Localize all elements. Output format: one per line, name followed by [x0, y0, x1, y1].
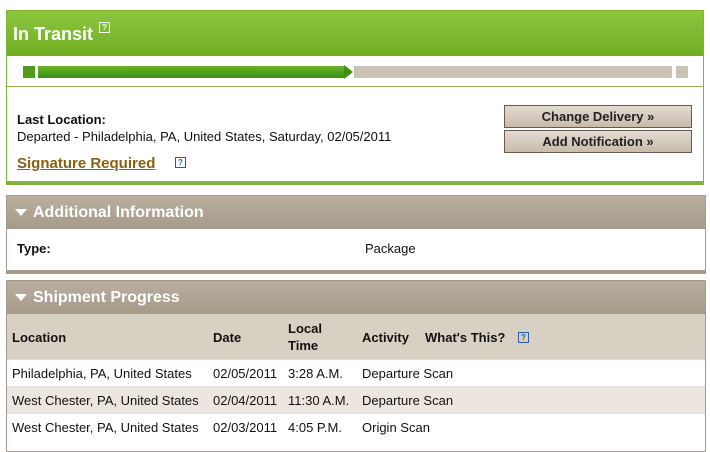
row-location: Philadelphia, PA, United States: [12, 366, 192, 381]
last-location-label: Last Location:: [17, 112, 106, 127]
progress-arrow-icon: [344, 65, 353, 79]
row-activity: Departure Scan: [362, 366, 454, 381]
whats-this-help-icon[interactable]: ?: [518, 332, 529, 343]
signature-help-icon[interactable]: ?: [175, 157, 186, 168]
tracking-panel: In Transit? Last Location: Departed - Ph…: [6, 10, 706, 452]
column-header-local-time-1: Local: [288, 321, 322, 336]
row-date: 02/03/2011: [213, 420, 278, 435]
progress-fill: [38, 66, 344, 78]
status-title-text: In Transit: [13, 24, 94, 44]
shipment-progress-section: Shipment Progress Location Date Local Ti…: [6, 280, 706, 452]
row-date: 02/04/2011: [213, 393, 278, 408]
progress-start: [23, 66, 35, 78]
status-divider: [6, 181, 704, 185]
help-icon[interactable]: ?: [99, 22, 111, 33]
progress-end: [676, 66, 688, 78]
add-notification-button[interactable]: Add Notification »: [504, 130, 692, 153]
signature-required-link[interactable]: Signature Required: [17, 155, 155, 172]
section-divider: [6, 270, 706, 274]
progress-bar: [7, 56, 703, 87]
type-label: Type:: [17, 241, 51, 256]
change-delivery-button[interactable]: Change Delivery »: [504, 105, 692, 128]
type-value: Package: [365, 241, 416, 256]
additional-info-header[interactable]: Additional Information: [7, 196, 705, 229]
status-panel: In Transit? Last Location: Departed - Ph…: [6, 10, 704, 185]
shipment-progress-title: Shipment Progress: [33, 289, 180, 306]
row-time: 11:30 A.M.: [288, 393, 350, 408]
row-activity: Origin Scan: [362, 420, 430, 435]
additional-info-title: Additional Information: [33, 204, 204, 221]
table-row: West Chester, PA, United States 02/04/20…: [7, 386, 705, 413]
row-activity: Departure Scan: [362, 393, 454, 408]
collapse-triangle-icon[interactable]: [15, 209, 27, 216]
column-header-local-time-2: Time: [288, 338, 319, 353]
column-header-whats-this: What's This?: [425, 330, 506, 345]
status-header: In Transit?: [7, 11, 703, 56]
row-location: West Chester, PA, United States: [12, 393, 199, 408]
shipment-progress-header[interactable]: Shipment Progress: [7, 281, 705, 314]
table-row: West Chester, PA, United States 02/03/20…: [7, 413, 705, 440]
row-time: 3:28 A.M.: [288, 366, 343, 381]
row-location: West Chester, PA, United States: [12, 420, 199, 435]
additional-info-section: Additional Information Type: Package: [6, 195, 706, 274]
table-row: Philadelphia, PA, United States 02/05/20…: [7, 359, 705, 386]
column-header-location: Location: [12, 330, 67, 345]
status-title: In Transit?: [13, 22, 111, 45]
row-date: 02/05/2011: [213, 366, 278, 381]
progress-remaining: [354, 66, 672, 78]
last-location-text: Departed - Philadelphia, PA, United Stat…: [17, 129, 392, 144]
row-time: 4:05 P.M.: [288, 420, 342, 435]
collapse-triangle-icon[interactable]: [15, 294, 27, 301]
column-header-date: Date: [213, 330, 242, 345]
table-header: Location Date Local Time Activity What's…: [7, 314, 705, 359]
column-header-activity: Activity: [362, 330, 409, 345]
